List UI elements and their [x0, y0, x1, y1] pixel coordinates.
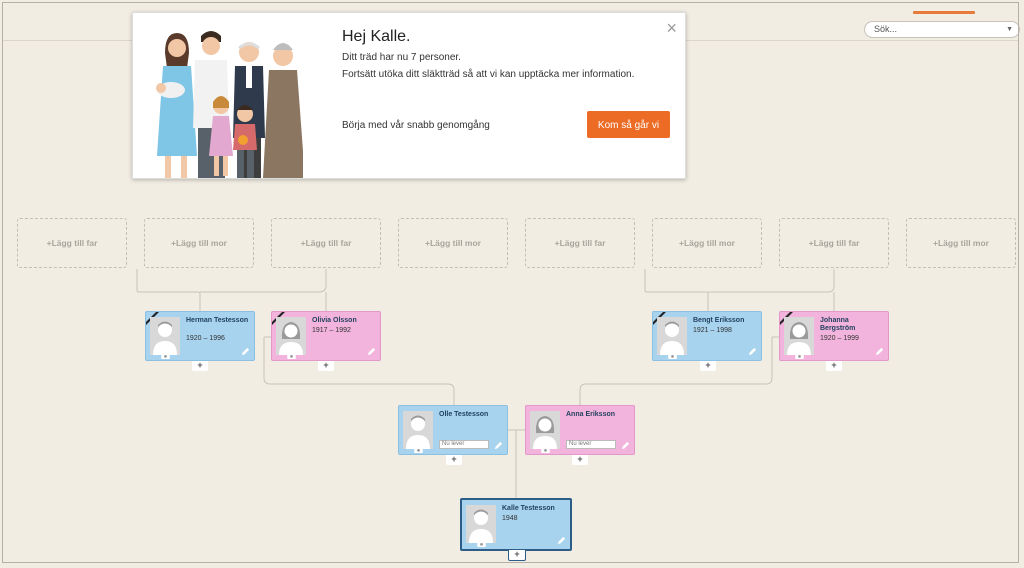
add-relative-button[interactable]: + [572, 455, 588, 465]
start-tour-button[interactable]: Kom så går vi [587, 111, 670, 138]
person-years: 1917 – 1992 [312, 327, 351, 334]
person-years: 1948 [502, 515, 518, 522]
male-avatar-icon [466, 505, 496, 543]
male-avatar-icon [657, 317, 687, 355]
person-name: Kalle Testesson [502, 505, 555, 512]
edit-pencil-icon[interactable] [494, 441, 503, 450]
edit-pencil-icon[interactable] [748, 347, 757, 356]
person-card-bengt[interactable]: Bengt Eriksson 1921 – 1998 [652, 311, 762, 361]
female-avatar-icon [276, 317, 306, 355]
add-relative-button[interactable]: + [318, 361, 334, 371]
person-name: Olivia Olsson [312, 317, 357, 324]
person-card-herman[interactable]: Herman Testesson 1920 – 1996 [145, 311, 255, 361]
camera-icon[interactable] [477, 541, 486, 547]
popup-description: Fortsätt utöka ditt släktträd så att vi … [342, 69, 635, 80]
person-card-johanna[interactable]: Johanna Bergström 1920 – 1999 [779, 311, 889, 361]
add-relative-button[interactable]: + [192, 361, 208, 371]
camera-icon[interactable] [161, 353, 170, 359]
female-avatar-icon [784, 317, 814, 355]
add-father-slot[interactable]: +Lägg till far [271, 218, 381, 268]
female-avatar-icon [530, 411, 560, 449]
person-card-olivia[interactable]: Olivia Olsson 1917 – 1992 [271, 311, 381, 361]
person-years: 1921 – 1998 [693, 327, 732, 334]
camera-icon[interactable] [414, 447, 423, 453]
person-card-anna[interactable]: Anna Eriksson Nu lever [525, 405, 635, 455]
person-name: Johanna Bergström [820, 317, 856, 332]
popup-person-count: Ditt träd har nu 7 personer. [342, 52, 461, 63]
camera-icon[interactable] [668, 353, 677, 359]
edit-pencil-icon[interactable] [367, 347, 376, 356]
camera-icon[interactable] [287, 353, 296, 359]
add-father-slot[interactable]: +Lägg till far [525, 218, 635, 268]
camera-icon[interactable] [541, 447, 550, 453]
edit-pencil-icon[interactable] [621, 441, 630, 450]
alive-field[interactable]: Nu lever [439, 440, 489, 449]
person-years: 1920 – 1996 [186, 335, 225, 342]
person-card-olle[interactable]: Olle Testesson Nu lever [398, 405, 508, 455]
male-avatar-icon [150, 317, 180, 355]
person-years: 1920 – 1999 [820, 335, 859, 342]
alive-field[interactable]: Nu lever [566, 440, 616, 449]
add-relative-button[interactable]: + [446, 455, 462, 465]
popup-greeting: Hej Kalle. [342, 28, 411, 45]
add-mother-slot[interactable]: +Lägg till mor [906, 218, 1016, 268]
add-father-slot[interactable]: +Lägg till far [779, 218, 889, 268]
person-card-kalle-focus[interactable]: Kalle Testesson 1948 [460, 498, 572, 551]
camera-icon[interactable] [795, 353, 804, 359]
person-name: Olle Testesson [439, 411, 489, 418]
welcome-popup: × Hej Kalle. Ditt träd har nu 7 personer… [132, 12, 686, 179]
add-father-slot[interactable]: +Lägg till far [17, 218, 127, 268]
edit-pencil-icon[interactable] [557, 536, 566, 545]
add-relative-button[interactable]: + [700, 361, 716, 371]
person-name: Anna Eriksson [566, 411, 616, 418]
add-mother-slot[interactable]: +Lägg till mor [398, 218, 508, 268]
add-relative-button[interactable]: + [508, 550, 526, 561]
male-avatar-icon [403, 411, 433, 449]
person-name: Herman Testesson [186, 317, 249, 324]
person-name: Bengt Eriksson [693, 317, 745, 324]
add-mother-slot[interactable]: +Lägg till mor [144, 218, 254, 268]
edit-pencil-icon[interactable] [241, 347, 250, 356]
family-illustration [156, 31, 303, 178]
edit-pencil-icon[interactable] [875, 347, 884, 356]
add-relative-button[interactable]: + [826, 361, 842, 371]
close-icon[interactable]: × [666, 18, 677, 39]
add-mother-slot[interactable]: +Lägg till mor [652, 218, 762, 268]
popup-start-text: Börja med vår snabb genomgång [342, 120, 490, 131]
